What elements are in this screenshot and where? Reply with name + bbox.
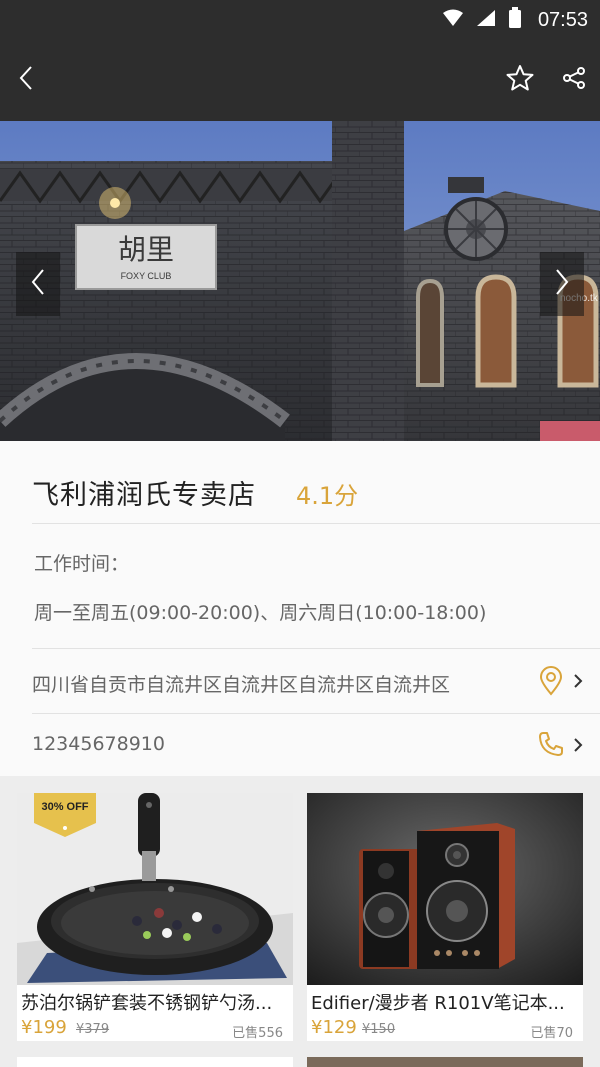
- back-button[interactable]: [6, 60, 46, 100]
- product-price: ¥199: [21, 1017, 67, 1038]
- product-grid: 30% OFF 苏泊尔锅铲套装不锈钢铲勺汤... ¥199 ¥379 已售556: [0, 776, 600, 1067]
- hero-image-carousel[interactable]: 胡里 FOXY CLUB nocho.tk: [0, 121, 600, 441]
- signal-icon: [476, 9, 496, 31]
- share-button[interactable]: [554, 60, 594, 100]
- product-price: ¥129: [311, 1017, 357, 1038]
- shop-score: 4.1分: [296, 482, 359, 510]
- shop-name: 飞利浦润氏专卖店: [32, 480, 256, 511]
- product-card-next[interactable]: [17, 1057, 293, 1067]
- product-image-speakers: [307, 793, 583, 985]
- back-arrow-icon: [18, 65, 34, 95]
- product-title: 苏泊尔锅铲套装不锈钢铲勺汤...: [21, 993, 273, 1014]
- star-icon: [506, 64, 534, 96]
- discount-badge-text: 30% OFF: [41, 801, 89, 813]
- product-old-price: ¥379: [76, 1022, 110, 1037]
- shop-info-panel: 飞利浦润氏专卖店 4.1分 工作时间： 周一至周五(09:00-20:00)、周…: [0, 441, 600, 776]
- battery-icon: [508, 7, 522, 33]
- carousel-prev-button[interactable]: [16, 252, 60, 316]
- chevron-right-icon: [554, 268, 570, 300]
- address-text: 四川省自贡市自流井区自流井区自流井区自流井区: [32, 674, 451, 696]
- shop-title-row: 飞利浦润氏专卖店 4.1分: [32, 473, 358, 512]
- venue-photo: 胡里 FOXY CLUB nocho.tk: [0, 121, 600, 441]
- chevron-left-icon: [30, 268, 46, 300]
- sign-main-text: 胡里: [118, 233, 174, 266]
- share-icon: [562, 66, 586, 94]
- status-time: 07:53: [537, 8, 588, 31]
- product-card[interactable]: Edifier/漫步者 R101V笔记本... ¥129 ¥150 已售70: [307, 793, 583, 1041]
- status-bar: 07:53: [0, 0, 600, 40]
- product-old-price: ¥150: [362, 1022, 396, 1037]
- sign-sub-text: FOXY CLUB: [121, 271, 172, 281]
- app-bar: [0, 40, 600, 121]
- discount-badge: 30% OFF: [34, 793, 96, 837]
- divider: [32, 523, 600, 524]
- product-title: Edifier/漫步者 R101V笔记本...: [311, 993, 565, 1014]
- phone-text: 12345678910: [32, 733, 165, 755]
- chevron-right-icon: [570, 735, 586, 755]
- product-card-next[interactable]: [307, 1057, 583, 1067]
- phone-row[interactable]: 12345678910: [0, 714, 600, 776]
- phone-icon: [536, 729, 566, 759]
- carousel-next-button[interactable]: [540, 252, 584, 316]
- product-sold-count: 已售70: [530, 1026, 573, 1041]
- favorite-button[interactable]: [500, 60, 540, 100]
- hours-label: 工作时间：: [34, 553, 130, 575]
- address-row[interactable]: 四川省自贡市自流井区自流井区自流井区自流井区: [0, 649, 600, 713]
- hours-value: 周一至周五(09:00-20:00)、周六周日(10:00-18:00): [34, 602, 487, 624]
- product-card[interactable]: 30% OFF 苏泊尔锅铲套装不锈钢铲勺汤... ¥199 ¥379 已售556: [17, 793, 293, 1041]
- product-sold-count: 已售556: [232, 1026, 283, 1041]
- status-icons: 07:53: [442, 6, 588, 34]
- location-pin-icon: [536, 666, 566, 696]
- wifi-icon: [442, 9, 464, 31]
- chevron-right-icon: [570, 671, 586, 691]
